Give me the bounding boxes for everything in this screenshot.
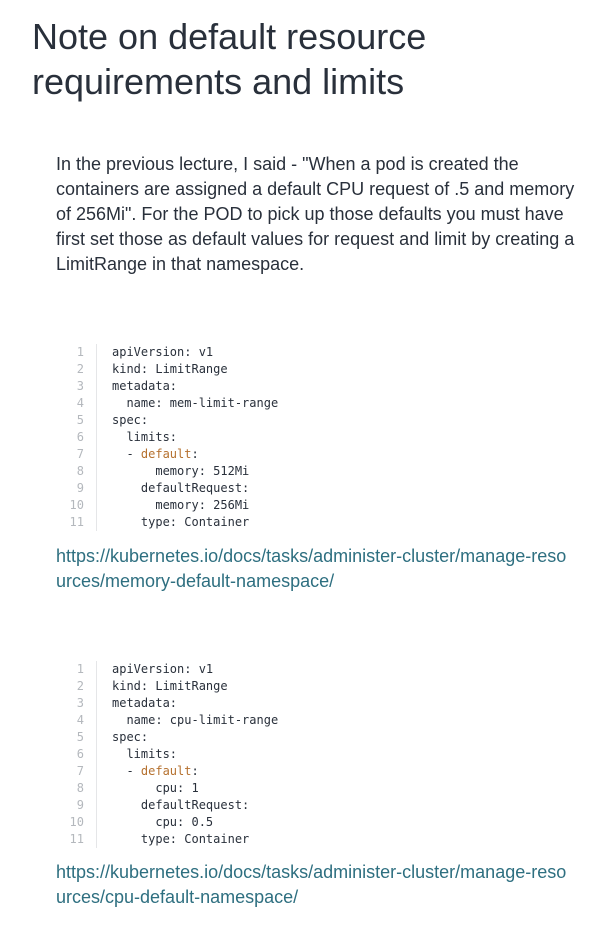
code-text: limits: bbox=[97, 746, 177, 763]
code-token: apiVersion: v1 bbox=[112, 662, 214, 676]
code-token: limits: bbox=[112, 430, 178, 444]
code-line: 7 - default: bbox=[64, 763, 544, 780]
code-line: 3 metadata: bbox=[64, 695, 544, 712]
code-token: type: Container bbox=[112, 515, 250, 529]
code-token: metadata: bbox=[112, 379, 178, 393]
code-line: 6 limits: bbox=[64, 746, 544, 763]
code-block-memory: 1 apiVersion: v1 2 kind: LimitRange 3 metadat… bbox=[64, 344, 544, 531]
code-line: 1 apiVersion: v1 bbox=[64, 344, 544, 361]
code-line: 4 name: mem-limit-range bbox=[64, 395, 544, 412]
code-token: cpu: 0.5 bbox=[112, 815, 214, 829]
line-number: 10 bbox=[64, 814, 97, 831]
code-text: memory: 256Mi bbox=[97, 497, 249, 514]
line-number: 9 bbox=[64, 480, 97, 497]
code-token: memory: 512Mi bbox=[112, 464, 250, 478]
code-text: defaultRequest: bbox=[97, 480, 249, 497]
code-token: kind: LimitRange bbox=[112, 679, 228, 693]
line-number: 6 bbox=[64, 746, 97, 763]
code-token: type: Container bbox=[112, 832, 250, 846]
line-number: 4 bbox=[64, 395, 97, 412]
code-text: kind: LimitRange bbox=[97, 361, 228, 378]
code-text: spec: bbox=[97, 729, 148, 746]
line-number: 3 bbox=[64, 378, 97, 395]
code-text: metadata: bbox=[97, 695, 177, 712]
code-text: metadata: bbox=[97, 378, 177, 395]
line-number: 6 bbox=[64, 429, 97, 446]
code-line: 5 spec: bbox=[64, 729, 544, 746]
code-line: 10 memory: 256Mi bbox=[64, 497, 544, 514]
code-text: defaultRequest: bbox=[97, 797, 249, 814]
code-line: 1 apiVersion: v1 bbox=[64, 661, 544, 678]
code-token: name: mem-limit-range bbox=[112, 396, 279, 410]
code-token: kind: LimitRange bbox=[112, 362, 228, 376]
line-number: 5 bbox=[64, 729, 97, 746]
code-text: type: Container bbox=[97, 831, 249, 848]
line-number: 7 bbox=[64, 446, 97, 463]
line-number: 2 bbox=[64, 361, 97, 378]
code-text: name: cpu-limit-range bbox=[97, 712, 278, 729]
code-token: defaultRequest: bbox=[112, 798, 250, 812]
code-keyword: default bbox=[140, 764, 192, 778]
code-token: spec: bbox=[112, 413, 149, 427]
code-line: 11 type: Container bbox=[64, 831, 544, 848]
line-number: 7 bbox=[64, 763, 97, 780]
code-token: spec: bbox=[112, 730, 149, 744]
line-number: 1 bbox=[64, 661, 97, 678]
code-line: 11 type: Container bbox=[64, 514, 544, 531]
memory-default-namespace-link[interactable]: https://kubernetes.io/docs/tasks/adminis… bbox=[56, 544, 576, 594]
line-number: 4 bbox=[64, 712, 97, 729]
code-token: memory: 256Mi bbox=[112, 498, 250, 512]
code-block-cpu: 1 apiVersion: v1 2 kind: LimitRange 3 metadat… bbox=[64, 661, 544, 848]
code-line: 2 kind: LimitRange bbox=[64, 678, 544, 695]
code-text: spec: bbox=[97, 412, 148, 429]
code-token: metadata: bbox=[112, 696, 178, 710]
code-line: 8 memory: 512Mi bbox=[64, 463, 544, 480]
code-token: name: cpu-limit-range bbox=[112, 713, 279, 727]
code-line: 5 spec: bbox=[64, 412, 544, 429]
code-text: name: mem-limit-range bbox=[97, 395, 278, 412]
code-text: apiVersion: v1 bbox=[97, 661, 213, 678]
code-token: - bbox=[112, 764, 141, 778]
line-number: 10 bbox=[64, 497, 97, 514]
line-number: 1 bbox=[64, 344, 97, 361]
line-number: 9 bbox=[64, 797, 97, 814]
line-number: 11 bbox=[64, 514, 97, 531]
code-text: cpu: 0.5 bbox=[97, 814, 213, 831]
line-number: 2 bbox=[64, 678, 97, 695]
code-token: : bbox=[191, 447, 199, 461]
line-number: 8 bbox=[64, 463, 97, 480]
code-token: apiVersion: v1 bbox=[112, 345, 214, 359]
code-text: cpu: 1 bbox=[97, 780, 199, 797]
intro-paragraph: In the previous lecture, I said - "When … bbox=[56, 154, 575, 274]
code-line: 2 kind: LimitRange bbox=[64, 361, 544, 378]
line-number: 3 bbox=[64, 695, 97, 712]
code-line: 9 defaultRequest: bbox=[64, 480, 544, 497]
code-line: 6 limits: bbox=[64, 429, 544, 446]
code-text: memory: 512Mi bbox=[97, 463, 249, 480]
code-token: : bbox=[191, 764, 199, 778]
code-line: 7 - default: bbox=[64, 446, 544, 463]
code-text: - default: bbox=[97, 763, 199, 780]
code-text: - default: bbox=[97, 446, 199, 463]
code-token: defaultRequest: bbox=[112, 481, 250, 495]
code-token: - bbox=[112, 447, 141, 461]
code-line: 4 name: cpu-limit-range bbox=[64, 712, 544, 729]
code-text: type: Container bbox=[97, 514, 249, 531]
code-line: 9 defaultRequest: bbox=[64, 797, 544, 814]
code-line: 3 metadata: bbox=[64, 378, 544, 395]
code-token: cpu: 1 bbox=[112, 781, 199, 795]
code-text: apiVersion: v1 bbox=[97, 344, 213, 361]
cpu-default-namespace-link[interactable]: https://kubernetes.io/docs/tasks/adminis… bbox=[56, 860, 576, 910]
code-keyword: default bbox=[140, 447, 192, 461]
code-line: 10 cpu: 0.5 bbox=[64, 814, 544, 831]
code-text: kind: LimitRange bbox=[97, 678, 228, 695]
line-number: 5 bbox=[64, 412, 97, 429]
page-title: Note on default resource requirements an… bbox=[32, 16, 427, 102]
code-text: limits: bbox=[97, 429, 177, 446]
line-number: 8 bbox=[64, 780, 97, 797]
code-token: limits: bbox=[112, 747, 178, 761]
code-line: 8 cpu: 1 bbox=[64, 780, 544, 797]
line-number: 11 bbox=[64, 831, 97, 848]
